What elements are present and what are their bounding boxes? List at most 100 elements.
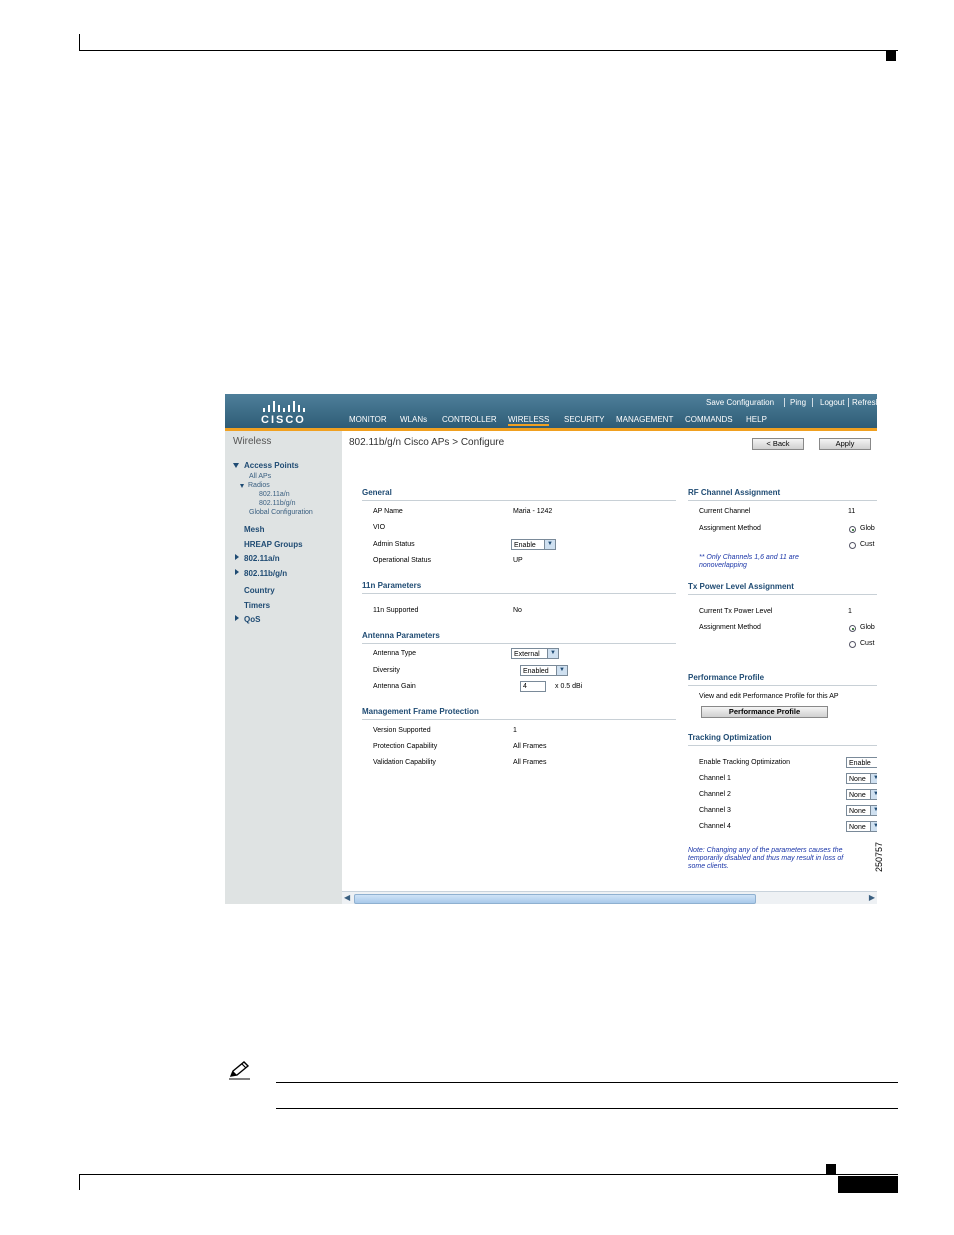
antenna-type-select[interactable]: External ▼ [511, 648, 559, 659]
sidebar-item-radio-bg[interactable]: 802.11b/g/n [259, 500, 295, 507]
sidebar-item-all-aps[interactable]: All APs [249, 473, 271, 480]
sidebar-item-radio-a[interactable]: 802.11a/n [259, 491, 290, 498]
section-divider [362, 643, 676, 644]
section-divider [362, 593, 676, 594]
page-number-block [838, 1176, 898, 1193]
channel-global-label: Glob [860, 525, 875, 532]
version-supported-value: 1 [513, 727, 517, 734]
admin-status-label: Admin Status [373, 541, 415, 548]
sidebar-title: Wireless [233, 436, 272, 447]
enable-tracking-select[interactable]: Enable [846, 757, 877, 768]
antenna-gain-unit: x 0.5 dBi [555, 683, 583, 690]
admin-status-select[interactable]: Enable ▼ [511, 539, 556, 550]
enable-tracking-label: Enable Tracking Optimization [699, 759, 791, 766]
sidebar-item-country[interactable]: Country [244, 586, 275, 595]
section-divider [688, 500, 877, 501]
performance-profile-button[interactable]: Performance Profile [701, 706, 828, 718]
menu-help[interactable]: HELP [746, 415, 767, 424]
footer-left-tick [79, 1174, 80, 1190]
current-tx-power-value: 1 [848, 608, 852, 615]
sidebar-item-qos[interactable]: QoS [244, 615, 260, 624]
channel-3-label: Channel 3 [699, 807, 731, 814]
sidebar-item-802-11a[interactable]: 802.11a/n [244, 554, 280, 563]
tx-custom-radio[interactable] [849, 641, 856, 648]
channel-1-select[interactable]: None ▼ [846, 773, 877, 784]
top-separator [848, 398, 849, 407]
wlc-screenshot: CISCO Save Configuration Ping Logout Ref… [225, 394, 877, 904]
scroll-right-icon[interactable]: ▶ [869, 893, 875, 902]
header-rule [79, 50, 898, 51]
horizontal-scrollbar[interactable]: ◀ ▶ [342, 891, 877, 904]
tx-assignment-method-label: Assignment Method [699, 624, 761, 631]
antenna-gain-label: Antenna Gain [373, 683, 416, 690]
sidebar-item-hreap-groups[interactable]: HREAP Groups [244, 540, 303, 549]
apply-button[interactable]: Apply [819, 438, 871, 450]
channel-note-line2: nonoverlapping [699, 562, 747, 569]
ping-link[interactable]: Ping [790, 398, 806, 407]
section-management-frame-protection: Management Frame Protection [362, 707, 479, 716]
menu-wlans[interactable]: WLANs [400, 415, 427, 424]
sidebar-item-radios[interactable]: Radios [248, 482, 270, 489]
diversity-select[interactable]: Enabled ▼ [520, 665, 568, 676]
channel-4-label: Channel 4 [699, 823, 731, 830]
back-button[interactable]: < Back [752, 438, 804, 450]
collapsed-arrow-icon[interactable] [235, 554, 239, 560]
expanded-arrow-icon[interactable] [240, 484, 244, 488]
tx-global-radio[interactable] [849, 625, 856, 632]
page-title: 802.11b/g/n Cisco APs > Configure [349, 437, 505, 448]
menu-monitor[interactable]: MONITOR [349, 415, 387, 424]
section-general: General [362, 488, 392, 497]
sidebar-item-mesh[interactable]: Mesh [244, 525, 264, 534]
antenna-type-value: External [514, 651, 540, 658]
scrollbar-thumb[interactable] [354, 894, 756, 904]
diversity-value: Enabled [523, 668, 549, 675]
menu-security[interactable]: SECURITY [564, 415, 604, 424]
channel-global-radio[interactable] [849, 526, 856, 533]
validation-capability-value: All Frames [513, 759, 547, 766]
tx-global-label: Glob [860, 624, 875, 631]
top-separator [812, 398, 813, 407]
channel-custom-radio[interactable] [849, 542, 856, 549]
diversity-label: Diversity [373, 667, 400, 674]
current-channel-label: Current Channel [699, 508, 751, 515]
expanded-arrow-icon[interactable] [233, 463, 239, 468]
antenna-gain-input[interactable]: 4 [520, 681, 546, 692]
chevron-down-icon: ▼ [547, 649, 558, 658]
channel-2-select[interactable]: None ▼ [846, 789, 877, 800]
footer-note-line3: some clients. [688, 863, 729, 870]
note-top-rule [276, 1082, 898, 1083]
section-divider [688, 594, 877, 595]
menu-wireless[interactable]: WIRELESS [508, 415, 550, 426]
collapsed-arrow-icon[interactable] [235, 569, 239, 575]
tx-custom-label: Cust [860, 640, 875, 647]
channel-1-value: None [849, 776, 866, 783]
section-divider [688, 685, 877, 686]
cisco-logo-bars-icon [263, 400, 307, 412]
protection-capability-label: Protection Capability [373, 743, 438, 750]
section-divider [362, 500, 676, 501]
channel-4-select[interactable]: None ▼ [846, 821, 877, 832]
logout-link[interactable]: Logout [820, 398, 844, 407]
chevron-down-icon: ▼ [544, 540, 555, 549]
figure-number: 250757 [874, 841, 884, 872]
menu-commands[interactable]: COMMANDS [685, 415, 733, 424]
operational-status-value: UP [513, 557, 523, 564]
sidebar-item-timers[interactable]: Timers [244, 601, 270, 610]
menu-management[interactable]: MANAGEMENT [616, 415, 673, 424]
sidebar-item-802-11bg[interactable]: 802.11b/g/n [244, 569, 287, 578]
scroll-left-icon[interactable]: ◀ [344, 893, 350, 902]
channel-3-select[interactable]: None ▼ [846, 805, 877, 816]
refresh-link[interactable]: Refresh [852, 398, 877, 407]
save-configuration-link[interactable]: Save Configuration [706, 398, 774, 407]
chevron-down-icon: ▼ [870, 822, 877, 831]
section-divider [362, 719, 676, 720]
collapsed-arrow-icon[interactable] [235, 615, 239, 621]
channel-2-value: None [849, 792, 866, 799]
note-pencil-icon [229, 1061, 250, 1080]
current-channel-value: 11 [848, 508, 856, 515]
menu-controller[interactable]: CONTROLLER [442, 415, 497, 424]
sidebar-item-access-points[interactable]: Access Points [244, 461, 299, 470]
protection-capability-value: All Frames [513, 743, 547, 750]
sidebar-item-global-configuration[interactable]: Global Configuration [249, 509, 313, 516]
footer-note-line1: Note: Changing any of the parameters cau… [688, 847, 843, 854]
